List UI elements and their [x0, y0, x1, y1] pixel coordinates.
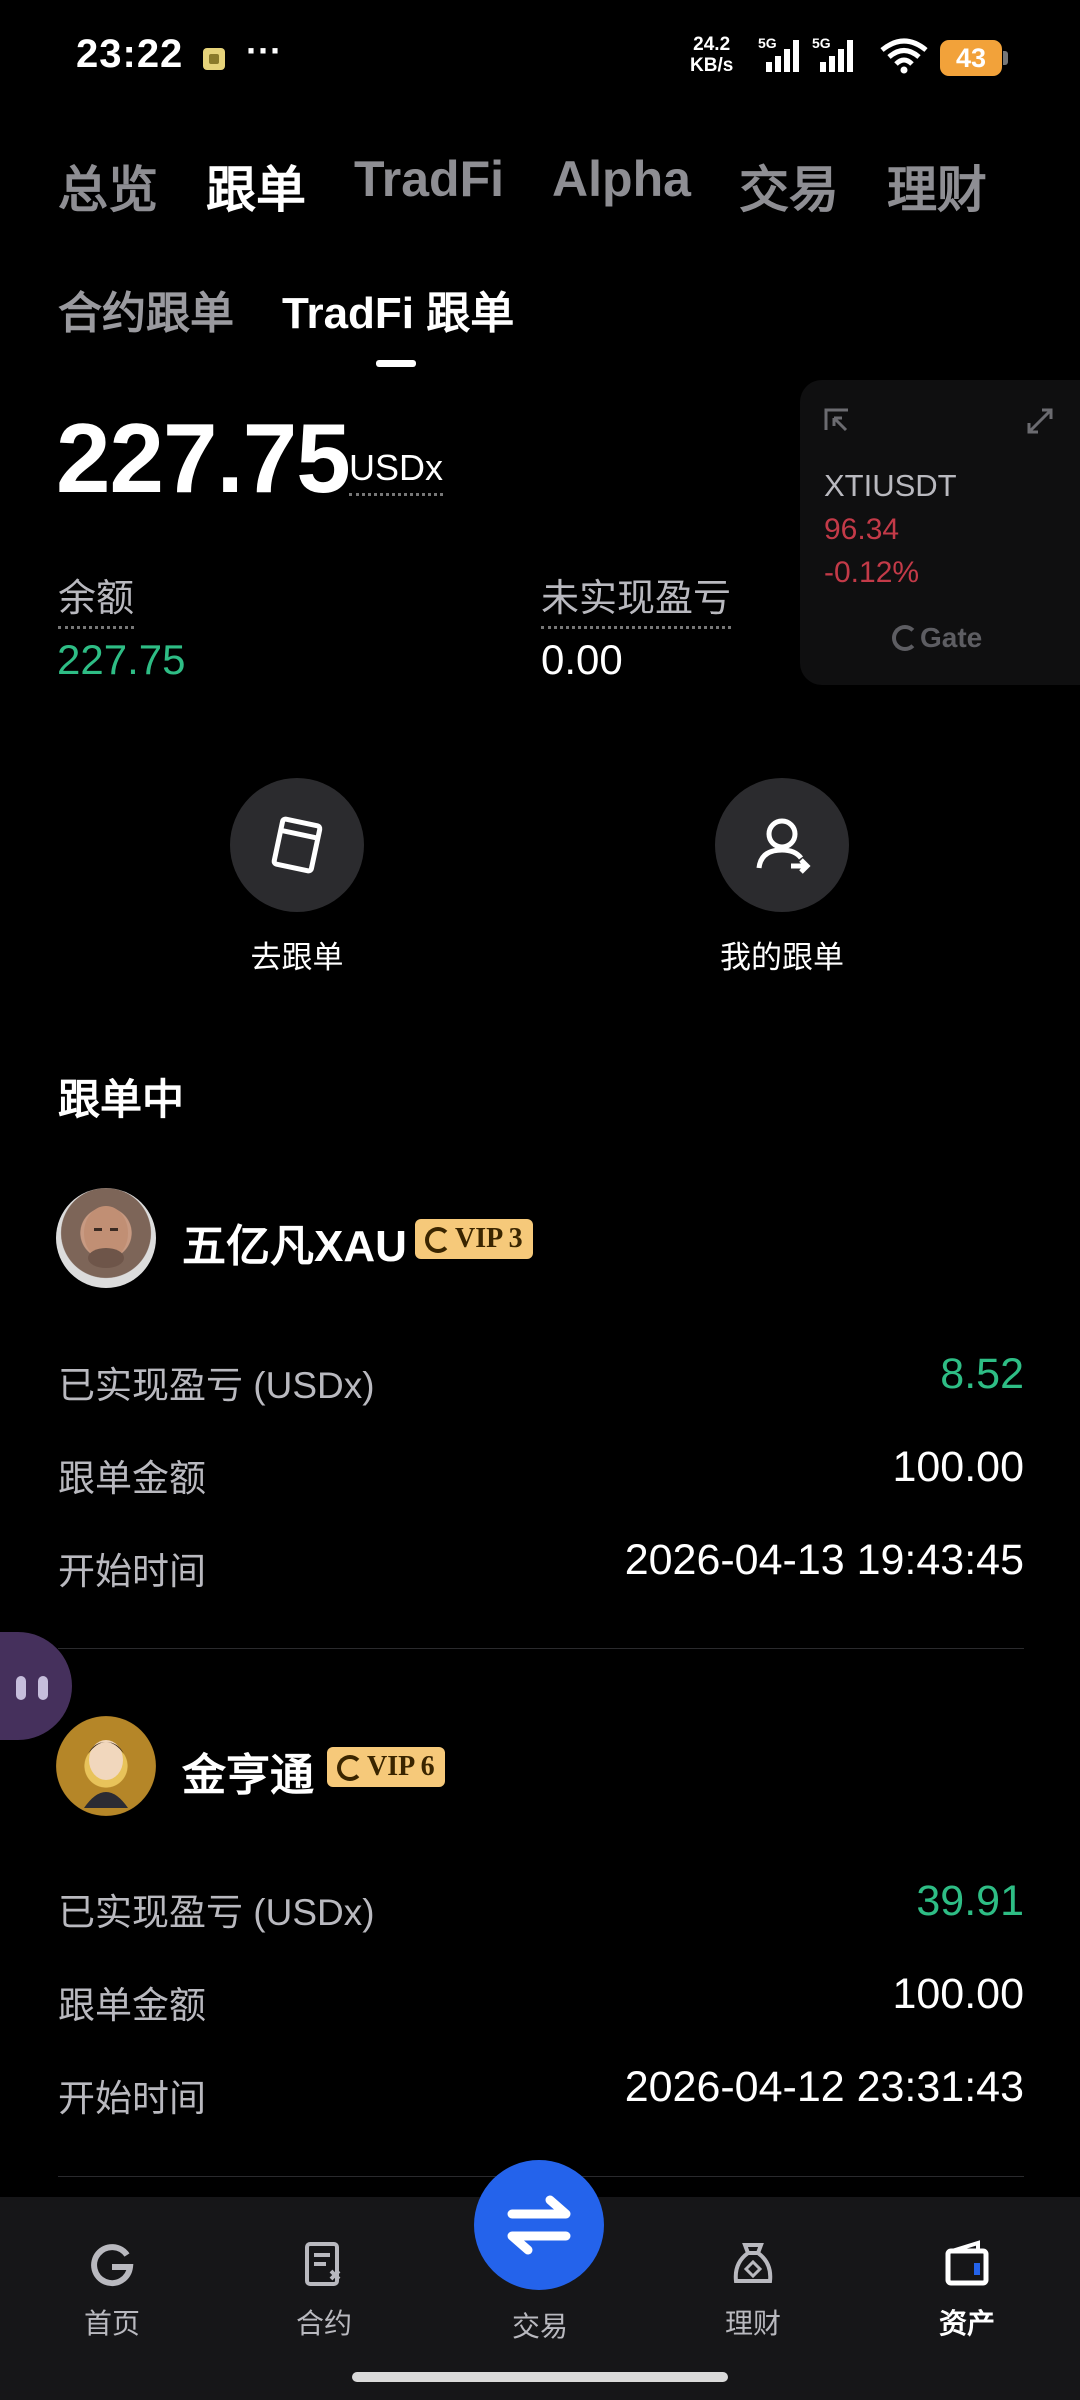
unrealized-pnl-label[interactable]: 未实现盈亏: [541, 567, 732, 629]
tab-tradfi[interactable]: TradFi: [354, 150, 504, 222]
copy-amount-value: 100.00: [892, 1443, 1024, 1491]
home-icon: [91, 2244, 134, 2287]
copy-card-icon: [271, 816, 323, 874]
copy-amount-label: 跟单金额: [58, 1458, 206, 1499]
tab-copy-trading[interactable]: 跟单: [206, 150, 306, 222]
start-time-value: 2026-04-13 19:43:45: [624, 1536, 1024, 1584]
clock: 23:22: [76, 32, 184, 76]
sim-notification-icon: [203, 48, 225, 70]
amount-unit[interactable]: USDx: [349, 447, 444, 496]
swap-icon: [507, 2195, 571, 2255]
ticker-price: 96.34: [824, 513, 900, 546]
ticker-change: -0.12%: [824, 556, 920, 589]
tab-overview[interactable]: 总览: [58, 150, 158, 222]
nav-trade[interactable]: 交易: [450, 2297, 630, 2345]
trader-avatar[interactable]: [56, 1188, 156, 1288]
expand-icon[interactable]: [1025, 406, 1055, 436]
start-time-label: 开始时间: [58, 1551, 206, 1592]
realized-pnl-value: 8.52: [940, 1350, 1024, 1398]
realized-pnl-label: 已实现盈亏 (USDx): [58, 1365, 375, 1406]
battery-tip: [1003, 51, 1008, 65]
total-amount: 227.75: [56, 403, 351, 513]
signal-5g-icon: 5G: [758, 36, 799, 72]
go-copy-label[interactable]: 去跟单: [177, 932, 417, 977]
trade-swap-button[interactable]: [474, 2160, 604, 2290]
nav-wealth[interactable]: 理财: [663, 2239, 843, 2342]
realized-pnl-label: 已实现盈亏 (USDx): [58, 1892, 375, 1933]
vip-badge: VIP 6: [327, 1747, 445, 1787]
trader-avatar[interactable]: [56, 1716, 156, 1816]
svg-text:5G: 5G: [812, 36, 831, 51]
assistant-eye-icon: [16, 1676, 26, 1700]
more-notifications-icon: ···: [246, 30, 282, 71]
finance-icon: [733, 2243, 773, 2283]
tab-wealth[interactable]: 理财: [887, 150, 987, 222]
battery-indicator: 43: [940, 40, 1002, 76]
balance-value: 227.75: [57, 636, 186, 683]
subtab-futures-copy[interactable]: 合约跟单: [58, 277, 234, 341]
subtab-active-indicator: [376, 360, 416, 367]
gate-logo-icon: [892, 625, 918, 651]
user-follow-icon: [756, 818, 811, 874]
my-copy-label[interactable]: 我的跟单: [662, 932, 902, 977]
avatar-face-icon: [84, 1740, 128, 1808]
nav-assets[interactable]: 资产: [877, 2239, 1057, 2342]
unrealized-pnl-value: 0.00: [541, 636, 623, 683]
copy-amount-value: 100.00: [892, 1970, 1024, 2018]
network-speed: 24.2 KB/s: [690, 34, 734, 76]
gate-logo: Gate: [892, 622, 982, 654]
divider: [58, 1648, 1024, 1649]
vip-badge: VIP 3: [415, 1219, 533, 1259]
tab-alpha[interactable]: Alpha: [552, 150, 691, 222]
trader-name[interactable]: 金亨通: [182, 1739, 314, 1803]
status-bar: 23:22 ··· 24.2 KB/s 5G 5G 43: [0, 0, 1080, 118]
subtab-tradfi-copy[interactable]: TradFi 跟单: [282, 277, 514, 341]
copy-amount-label: 跟单金额: [58, 1985, 206, 2026]
wallet-icon: [945, 2240, 989, 2286]
wifi-icon: [880, 38, 928, 74]
start-time-label: 开始时间: [58, 2078, 206, 2119]
minimize-icon[interactable]: [822, 406, 852, 436]
ticker-symbol: XTIUSDT: [824, 468, 957, 503]
section-title-following: 跟单中: [58, 1076, 185, 1123]
home-indicator[interactable]: [352, 2372, 728, 2382]
nav-contract[interactable]: 合约: [234, 2239, 414, 2342]
realized-pnl-value: 39.91: [916, 1877, 1024, 1925]
assistant-eye-icon: [38, 1676, 48, 1700]
nav-home[interactable]: 首页: [22, 2239, 202, 2342]
svg-text:5G: 5G: [758, 36, 777, 51]
tab-trade[interactable]: 交易: [739, 150, 839, 222]
sub-tabs: 合约跟单 TradFi 跟单: [58, 277, 562, 341]
floating-ticker-widget[interactable]: XTIUSDT 96.34 -0.12% Gate: [800, 380, 1080, 685]
signal-5g-icon-2: 5G: [812, 36, 853, 72]
contract-icon: [305, 2242, 341, 2286]
trader-name[interactable]: 五亿凡XAU: [182, 1210, 407, 1274]
avatar-face-icon: [84, 1206, 128, 1268]
go-copy-button[interactable]: [230, 778, 364, 912]
my-copy-button[interactable]: [715, 778, 849, 912]
balance-label[interactable]: 余额: [58, 567, 135, 629]
start-time-value: 2026-04-12 23:31:43: [624, 2063, 1024, 2111]
top-tabs: 总览 跟单 TradFi Alpha 交易 理财: [58, 150, 1035, 222]
